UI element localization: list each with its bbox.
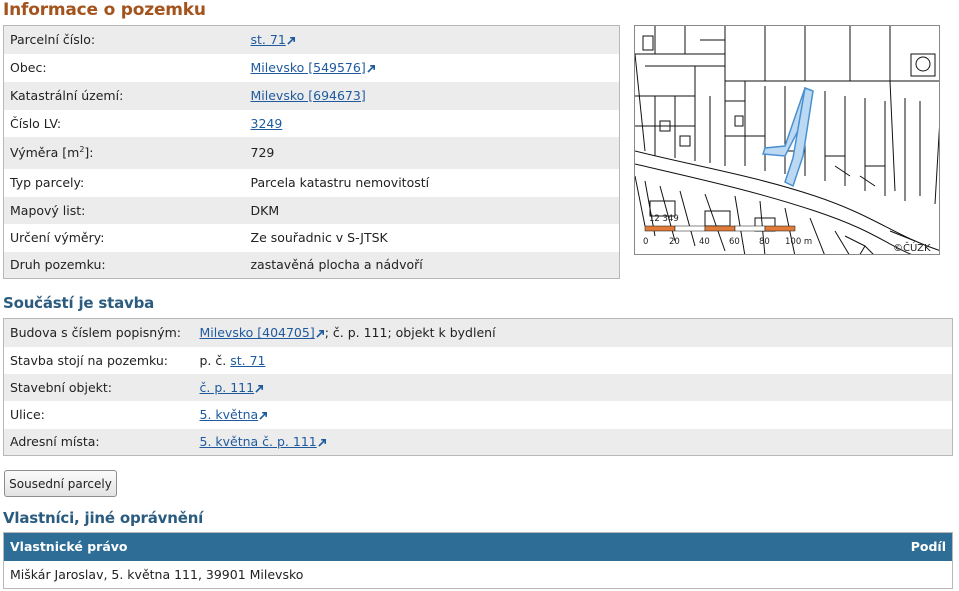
table-row: Obec: Milevsko [549576] bbox=[3, 53, 620, 82]
stands-on-prefix: p. č. bbox=[199, 352, 231, 368]
table-row: Typ parcely: Parcela katastru nemovitost… bbox=[3, 168, 620, 197]
external-link-icon[interactable] bbox=[259, 411, 268, 420]
table-row: Adresní místa: 5. května č. p. 111 bbox=[3, 428, 953, 456]
map-scale-label: 0 bbox=[643, 237, 648, 247]
page-title: Informace o pozemku bbox=[3, 0, 206, 20]
table-row: Mapový list: DKM bbox=[3, 196, 620, 224]
table-row: Stavební objekt: č. p. 111 bbox=[3, 373, 953, 401]
parcel-number-link[interactable]: st. 71 bbox=[251, 32, 286, 47]
map-scale-label: 60 bbox=[729, 237, 740, 247]
map-scale-label: 100 m bbox=[785, 237, 812, 247]
share-header: Podíl bbox=[824, 532, 953, 561]
lv-number-link[interactable]: 3249 bbox=[251, 116, 283, 131]
table-row: Budova s číslem popisným: Milevsko [4047… bbox=[3, 318, 953, 347]
table-row: Výměra [m2]: 729 bbox=[3, 136, 620, 169]
parcel-number-label: Parcelní číslo: bbox=[3, 25, 245, 54]
cadastral-map-drawing: 12 349 0 20 40 60 80 100 m ©ČÚZK bbox=[635, 26, 939, 254]
map-sheet-label: Mapový list: bbox=[3, 196, 245, 224]
table-row: Ulice: 5. května bbox=[3, 400, 953, 429]
parcel-type-value: Parcela katastru nemovitostí bbox=[244, 168, 620, 197]
building-object-link[interactable]: č. p. 111 bbox=[200, 380, 255, 395]
building-section-title: Součástí je stavba bbox=[3, 294, 155, 312]
map-scale-label: 80 bbox=[759, 237, 770, 247]
ownership-header: Vlastnické právo bbox=[3, 532, 825, 561]
map-scale-label: 20 bbox=[669, 237, 680, 247]
stands-on-link[interactable]: st. 71 bbox=[230, 353, 265, 368]
external-link-icon[interactable] bbox=[255, 384, 264, 393]
table-row: Katastrální území: Milevsko [694673] bbox=[3, 81, 620, 110]
table-row: Parcelní číslo: st. 71 bbox=[3, 25, 620, 54]
cadastral-area-label: Katastrální území: bbox=[3, 81, 245, 110]
building-label: Budova s číslem popisným: bbox=[3, 318, 194, 347]
lv-number-label: Číslo LV: bbox=[3, 109, 245, 137]
external-link-icon[interactable] bbox=[316, 329, 325, 338]
area-value: 729 bbox=[244, 136, 620, 169]
external-link-icon[interactable] bbox=[367, 64, 376, 73]
table-row: Číslo LV: 3249 bbox=[3, 109, 620, 137]
stands-on-label: Stavba stojí na pozemku: bbox=[3, 346, 194, 374]
municipality-link[interactable]: Milevsko [549576] bbox=[251, 60, 366, 75]
external-link-icon[interactable] bbox=[287, 36, 296, 45]
area-determination-label: Určení výměry: bbox=[3, 223, 245, 252]
street-link[interactable]: 5. května bbox=[200, 407, 259, 422]
street-label: Ulice: bbox=[3, 400, 194, 429]
owner-name: Miškár Jaroslav, 5. května 111, 39901 Mi… bbox=[3, 560, 825, 589]
table-row: Miškár Jaroslav, 5. května 111, 39901 Mi… bbox=[3, 560, 953, 589]
parcel-type-label: Typ parcely: bbox=[3, 168, 245, 197]
table-row: Druh pozemku: zastavěná plocha a nádvoří bbox=[3, 251, 620, 279]
parcel-info-table: Parcelní číslo: st. 71 Obec: Milevsko [5… bbox=[3, 25, 620, 279]
municipality-label: Obec: bbox=[3, 53, 245, 82]
map-scale-label: 40 bbox=[699, 237, 710, 247]
building-info-table: Budova s číslem popisným: Milevsko [4047… bbox=[3, 318, 953, 456]
table-row: Určení výměry: Ze souřadnic v S-JTSK bbox=[3, 223, 620, 252]
map-parcel-label: 12 349 bbox=[649, 214, 679, 224]
address-label: Adresní místa: bbox=[3, 428, 194, 456]
building-link[interactable]: Milevsko [404705] bbox=[200, 325, 315, 340]
area-determination-value: Ze souřadnic v S-JTSK bbox=[244, 223, 620, 252]
address-link[interactable]: 5. května č. p. 111 bbox=[200, 434, 317, 449]
owners-table: Vlastnické právo Podíl Miškár Jaroslav, … bbox=[3, 532, 953, 589]
owner-share bbox=[824, 560, 953, 589]
cadastral-map[interactable]: 12 349 0 20 40 60 80 100 m ©ČÚZK bbox=[634, 25, 940, 255]
map-copyright: ©ČÚZK bbox=[893, 241, 931, 254]
owners-section-title: Vlastníci, jiné oprávnění bbox=[3, 509, 204, 527]
building-object-label: Stavební objekt: bbox=[3, 373, 194, 401]
land-type-value: zastavěná plocha a nádvoří bbox=[244, 251, 620, 279]
owners-header-row: Vlastnické právo Podíl bbox=[3, 532, 953, 561]
map-sheet-value: DKM bbox=[244, 196, 620, 224]
table-row: Stavba stojí na pozemku: p. č. st. 71 bbox=[3, 346, 953, 374]
cadastral-area-link[interactable]: Milevsko [694673] bbox=[251, 88, 366, 103]
external-link-icon[interactable] bbox=[318, 438, 327, 447]
building-suffix: ; č. p. 111; objekt k bydlení bbox=[324, 325, 496, 341]
neighbor-parcels-button[interactable]: Sousední parcely bbox=[4, 470, 117, 497]
area-label: Výměra [m2]: bbox=[3, 136, 245, 169]
land-type-label: Druh pozemku: bbox=[3, 251, 245, 279]
